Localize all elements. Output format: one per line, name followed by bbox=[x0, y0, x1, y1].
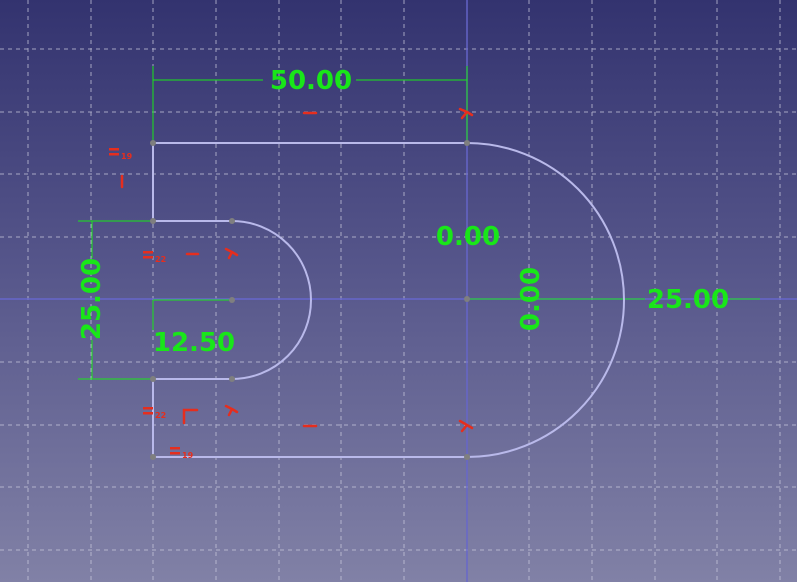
tangent-constraint-icon[interactable] bbox=[224, 247, 239, 260]
equal-sign-icon bbox=[143, 407, 153, 410]
equal-constraint-index: 22 bbox=[155, 411, 166, 420]
vertex-point[interactable] bbox=[229, 218, 235, 224]
tangent-constraint-icon[interactable] bbox=[458, 419, 474, 433]
vertex-point[interactable] bbox=[150, 376, 156, 382]
equal-sign-icon bbox=[170, 447, 180, 450]
equal-constraint-index: 19 bbox=[182, 451, 194, 460]
dimension-inner-height[interactable]: 25.00 bbox=[77, 258, 107, 340]
equal-sign-icon bbox=[109, 148, 119, 151]
vertex-point[interactable] bbox=[150, 140, 156, 146]
dimension-top-length[interactable]: 50.00 bbox=[270, 66, 352, 96]
dimension-inner-radius[interactable]: 12.50 bbox=[153, 328, 235, 358]
sketch-viewport[interactable]: 19 22 22 19 50.00 0.00 25.00 12.50 25.00… bbox=[0, 0, 797, 582]
inner-arc[interactable] bbox=[231, 220, 312, 380]
perpendicular-constraint-icon[interactable] bbox=[182, 408, 199, 425]
equal-sign-icon bbox=[143, 256, 153, 259]
dimension-origin-x[interactable]: 0.00 bbox=[436, 222, 500, 252]
constraint-icons[interactable] bbox=[120, 107, 474, 433]
vertex-point[interactable] bbox=[229, 376, 235, 382]
equal-constraint-low[interactable]: 22 bbox=[143, 407, 166, 420]
equal-sign-icon bbox=[109, 153, 119, 156]
equal-constraint-index: 19 bbox=[121, 152, 133, 161]
tangent-constraint-icon[interactable] bbox=[458, 107, 474, 120]
tangent-constraint-icon[interactable] bbox=[224, 404, 239, 417]
equal-sign-icon bbox=[170, 452, 180, 455]
vertex-point[interactable] bbox=[150, 218, 156, 224]
dimension-outer-radius[interactable]: 25.00 bbox=[647, 285, 729, 315]
vertex-point[interactable] bbox=[464, 296, 470, 302]
vertex-point[interactable] bbox=[464, 454, 470, 460]
equal-constraint-mid[interactable]: 22 bbox=[143, 251, 166, 264]
equal-constraint-bottom[interactable]: 19 bbox=[170, 447, 194, 460]
equal-sign-icon bbox=[143, 251, 153, 254]
vertex-point[interactable] bbox=[464, 140, 470, 146]
equal-sign-icon bbox=[143, 412, 153, 415]
equal-constraint-index: 22 bbox=[155, 255, 166, 264]
vertex-point[interactable] bbox=[229, 297, 235, 303]
equal-constraint-top[interactable]: 19 bbox=[109, 148, 133, 161]
vertex-point[interactable] bbox=[150, 454, 156, 460]
dimension-origin-y[interactable]: 0.00 bbox=[516, 267, 546, 331]
